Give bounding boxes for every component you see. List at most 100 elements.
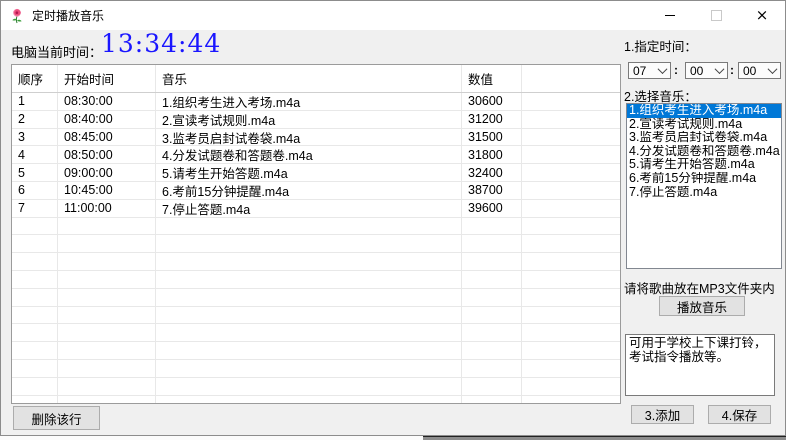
header-music[interactable]: 音乐: [156, 65, 462, 92]
music-list-item[interactable]: 4.分发试题卷和答题卷.m4a: [627, 145, 781, 159]
header-order[interactable]: 顺序: [12, 65, 58, 92]
music-list-item[interactable]: 3.监考员启封试卷袋.m4a: [627, 131, 781, 145]
table-cell[interactable]: 10:45:00: [58, 181, 156, 199]
table-cell: [58, 324, 156, 342]
minimize-button[interactable]: [647, 1, 693, 30]
add-button[interactable]: 3.添加: [631, 405, 694, 424]
table-cell[interactable]: 32400: [462, 164, 522, 181]
table-cell[interactable]: 31500: [462, 128, 522, 146]
music-list-item[interactable]: 5.请考生开始答题.m4a: [627, 158, 781, 172]
table-row-empty: [12, 359, 620, 378]
table-cell[interactable]: 4: [12, 146, 58, 164]
table-cell: [462, 217, 522, 235]
time-separator: :: [730, 63, 734, 77]
table-cell: [462, 359, 522, 377]
table-cell: [58, 306, 156, 324]
table-cell[interactable]: 4.分发试题卷和答题卷.m4a: [156, 146, 462, 164]
minute-select[interactable]: 00: [685, 62, 728, 79]
table-cell: [156, 377, 462, 395]
table-cell[interactable]: 08:30:00: [58, 93, 156, 110]
chevron-down-icon: [657, 64, 668, 75]
table-cell[interactable]: 7.停止答题.m4a: [156, 199, 462, 217]
header-start-time[interactable]: 开始时间: [58, 65, 156, 92]
table-cell[interactable]: 31200: [462, 110, 522, 128]
music-listbox[interactable]: 1.组织考生进入考场.m4a 2.宣读考试规则.m4a 3.监考员启封试卷袋.m4a…: [626, 103, 782, 269]
table-cell[interactable]: 1: [12, 93, 58, 110]
table-cell: [462, 253, 522, 270]
table-cell[interactable]: 30600: [462, 93, 522, 110]
close-button[interactable]: ×: [739, 1, 785, 30]
table-cell[interactable]: 08:40:00: [58, 110, 156, 128]
table-cell: [462, 288, 522, 306]
table-row[interactable]: 2 08:40:00 2.宣读考试规则.m4a 31200: [12, 110, 620, 129]
table-cell: [522, 182, 620, 199]
table-cell[interactable]: 08:50:00: [58, 146, 156, 164]
table-cell[interactable]: 5: [12, 164, 58, 181]
table-cell: [58, 253, 156, 270]
table-cell[interactable]: 6.考前15分钟提醒.m4a: [156, 181, 462, 199]
table-cell: [522, 93, 620, 110]
table-cell[interactable]: 2: [12, 110, 58, 128]
music-list-item[interactable]: 1.组织考生进入考场.m4a: [627, 104, 781, 118]
table-cell: [522, 218, 620, 235]
table-cell: [522, 253, 620, 270]
save-button[interactable]: 4.保存: [708, 405, 771, 424]
table-row-empty: [12, 377, 620, 396]
table-row[interactable]: 4 08:50:00 4.分发试题卷和答题卷.m4a 31800: [12, 146, 620, 165]
table-cell[interactable]: 31800: [462, 146, 522, 164]
usage-note-textbox[interactable]: 可用于学校上下课打铃，考试指令播放等。: [625, 334, 775, 396]
table-cell: [12, 377, 58, 395]
time-separator: :: [674, 63, 678, 77]
play-music-button[interactable]: 播放音乐: [659, 296, 745, 316]
table-cell: [156, 395, 462, 403]
table-row-empty: [12, 270, 620, 289]
table-row-empty: [12, 324, 620, 343]
second-select[interactable]: 00: [738, 62, 781, 79]
table-row-empty: [12, 395, 620, 403]
table-row[interactable]: 3 08:45:00 3.监考员启封试卷袋.m4a 31500: [12, 128, 620, 147]
table-cell[interactable]: 3: [12, 128, 58, 146]
table-cell[interactable]: 1.组织考生进入考场.m4a: [156, 93, 462, 110]
table-cell[interactable]: 6: [12, 181, 58, 199]
table-row[interactable]: 1 08:30:00 1.组织考生进入考场.m4a 30600: [12, 93, 620, 111]
music-list-item[interactable]: 2.宣读考试规则.m4a: [627, 118, 781, 132]
table-row[interactable]: 6 10:45:00 6.考前15分钟提醒.m4a 38700: [12, 181, 620, 200]
table-cell: [12, 395, 58, 403]
table-cell: [58, 235, 156, 253]
header-value[interactable]: 数值: [462, 65, 522, 92]
table-cell: [58, 377, 156, 395]
titlebar[interactable]: 定时播放音乐 ×: [1, 1, 785, 30]
table-cell[interactable]: 38700: [462, 181, 522, 199]
mp3-folder-hint: 请将歌曲放在MP3文件夹内: [624, 282, 775, 296]
table-cell[interactable]: 08:45:00: [58, 128, 156, 146]
delete-row-button[interactable]: 删除该行: [13, 406, 100, 430]
table-row[interactable]: 5 09:00:00 5.请考生开始答题.m4a 32400: [12, 164, 620, 182]
table-cell[interactable]: 39600: [462, 199, 522, 217]
table-cell: [156, 342, 462, 359]
table-cell: [156, 288, 462, 306]
header-filler: [522, 65, 620, 92]
hour-select[interactable]: 07: [628, 62, 671, 79]
chevron-down-icon: [714, 64, 725, 75]
music-list-item[interactable]: 6.考前15分钟提醒.m4a: [627, 172, 781, 186]
table-row[interactable]: 7 11:00:00 7.停止答题.m4a 39600: [12, 199, 620, 218]
music-list-item[interactable]: 7.停止答题.m4a: [627, 186, 781, 200]
table-cell: [156, 324, 462, 342]
table-cell: [58, 342, 156, 359]
table-cell: [522, 360, 620, 377]
table-row-empty: [12, 217, 620, 236]
table-cell: [522, 324, 620, 341]
table-cell: [58, 270, 156, 288]
table-cell: [12, 306, 58, 324]
table-cell[interactable]: 5.请考生开始答题.m4a: [156, 164, 462, 181]
rose-icon[interactable]: [9, 8, 25, 24]
table-cell[interactable]: 2.宣读考试规则.m4a: [156, 110, 462, 128]
table-cell[interactable]: 11:00:00: [58, 199, 156, 217]
table-cell: [12, 270, 58, 288]
table-cell: [522, 129, 620, 146]
table-cell[interactable]: 7: [12, 199, 58, 217]
table-cell: [522, 396, 620, 403]
schedule-table: 顺序 开始时间 音乐 数值 1 08:30:00 1.组织考生进入考场.m4a 306…: [11, 64, 621, 404]
table-cell[interactable]: 3.监考员启封试卷袋.m4a: [156, 128, 462, 146]
table-cell[interactable]: 09:00:00: [58, 164, 156, 181]
